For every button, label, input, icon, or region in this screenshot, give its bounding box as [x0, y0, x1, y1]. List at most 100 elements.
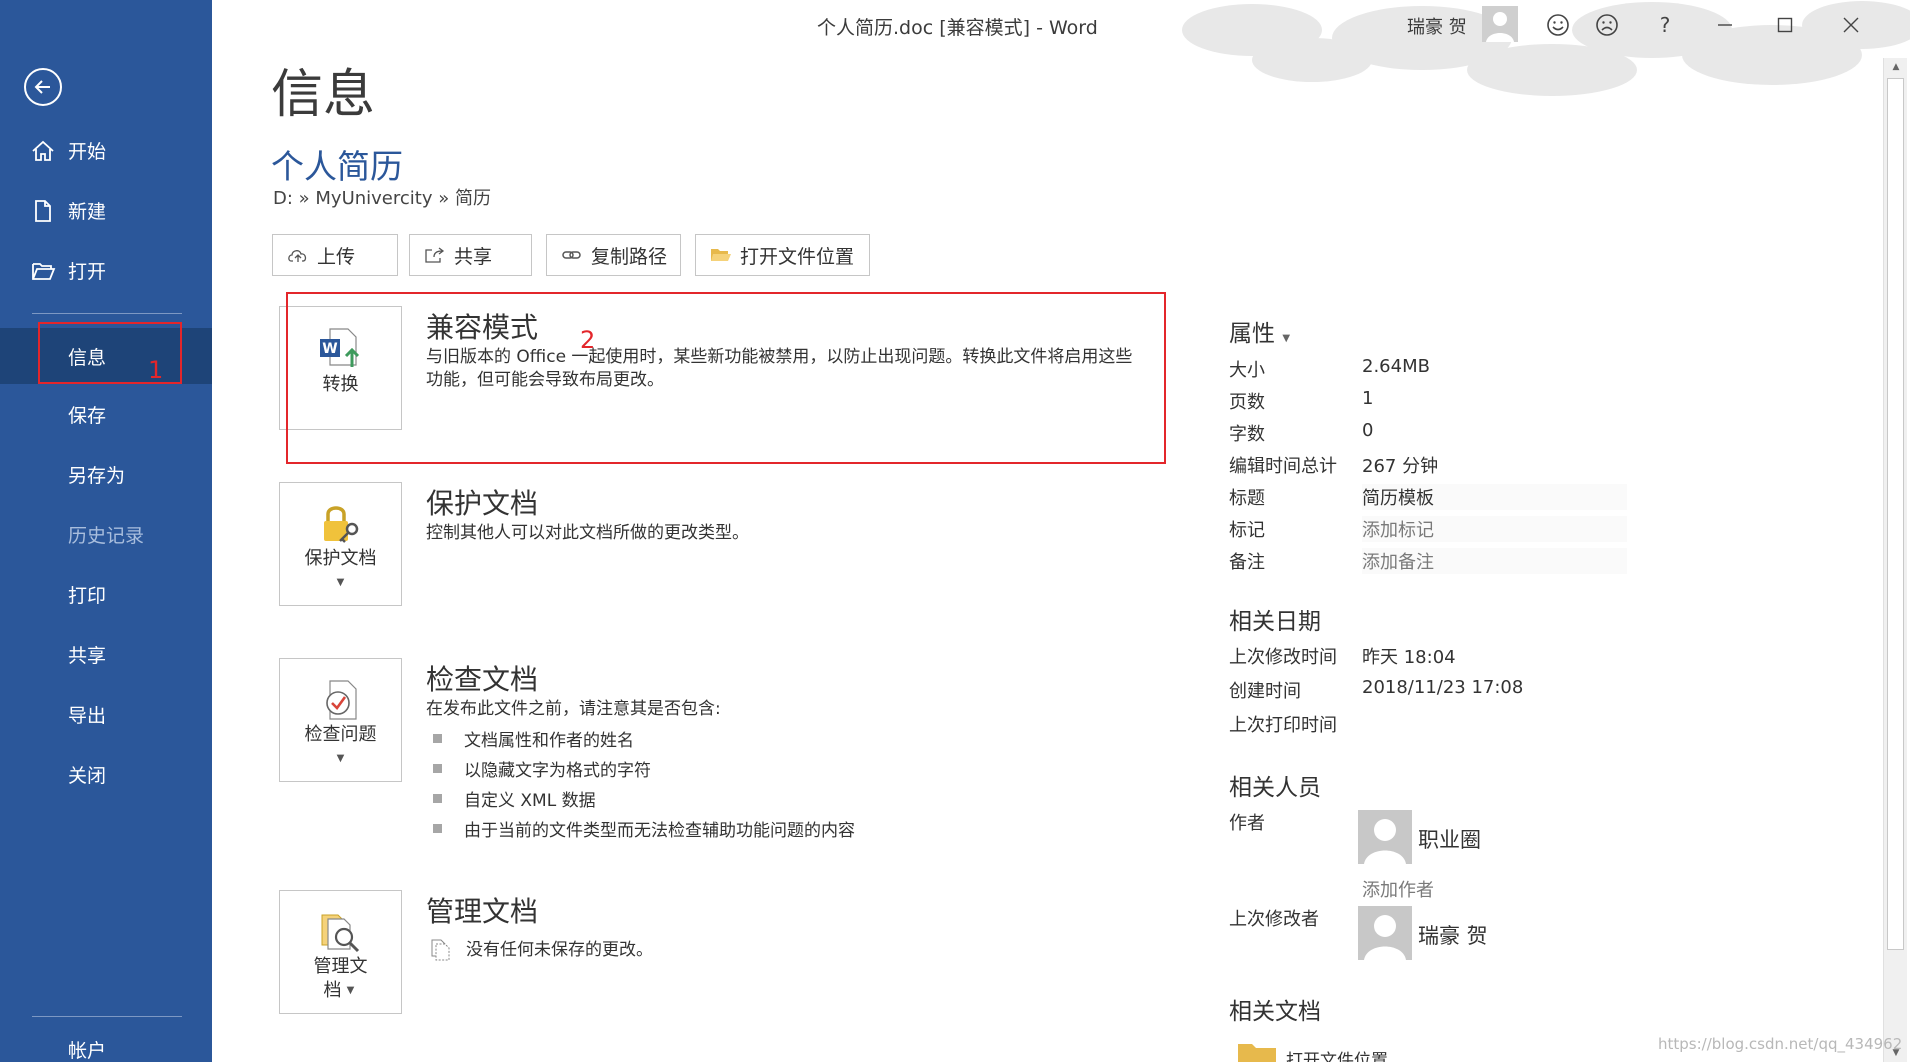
- list-item: 自定义 XML 数据: [433, 786, 596, 811]
- protect-document-tile[interactable]: 保护文档 ▼: [279, 482, 402, 606]
- nav-history[interactable]: 历史记录: [0, 508, 212, 560]
- protect-document-tile-label: 保护文档: [304, 548, 377, 569]
- maximize-button[interactable]: [1772, 12, 1798, 38]
- folder-icon: [1238, 1044, 1276, 1062]
- cloud-decoration: [1182, 1, 1910, 96]
- nav-export-label: 导出: [68, 704, 107, 727]
- nav-home[interactable]: 开始: [0, 124, 212, 176]
- list-item-text: 由于当前的文件类型而无法检查辅助功能问题的内容: [464, 821, 855, 841]
- new-document-icon: [35, 200, 51, 222]
- related-documents-heading: 相关文档: [1229, 999, 1321, 1025]
- property-value-size: 2.64MB: [1362, 356, 1430, 377]
- property-label-edit-time: 编辑时间总计: [1229, 456, 1337, 477]
- upload-button[interactable]: 上传: [272, 234, 398, 276]
- chevron-down-icon: ▼: [346, 985, 355, 996]
- smile-icon: [1547, 14, 1569, 36]
- nav-new[interactable]: 新建: [0, 184, 212, 236]
- nav-save-as-label: 另存为: [68, 464, 126, 487]
- folder-open-icon: [710, 245, 732, 265]
- sidebar-divider-bottom: [32, 1016, 182, 1017]
- property-value-pages: 1: [1362, 388, 1374, 409]
- manage-document-status: 没有任何未保存的更改。: [466, 939, 653, 960]
- properties-heading[interactable]: 属性 ▼: [1229, 314, 1290, 348]
- backstage-sidebar: 开始 新建 打开 信息 保存 另存为 历史记录 打印 共享 导出 关闭 帐户: [0, 0, 212, 1062]
- nav-save[interactable]: 保存: [0, 388, 212, 440]
- add-tags-field[interactable]: 添加标记: [1362, 516, 1627, 542]
- back-button[interactable]: [24, 68, 62, 106]
- nav-open[interactable]: 打开: [0, 244, 212, 296]
- link-icon: [561, 245, 583, 265]
- list-item: 以隐藏文字为格式的字符: [433, 756, 651, 781]
- date-label-created: 创建时间: [1229, 681, 1301, 702]
- author-avatar[interactable]: [1358, 810, 1412, 864]
- author-name[interactable]: 职业圈: [1418, 824, 1481, 854]
- nav-new-label: 新建: [68, 200, 107, 223]
- open-file-location-link[interactable]: 打开文件位置: [1286, 1046, 1388, 1062]
- document-title: 个人简历: [271, 147, 403, 186]
- protect-document-title: 保护文档: [426, 487, 539, 520]
- related-people-heading: 相关人员: [1229, 775, 1321, 801]
- nav-history-label: 历史记录: [68, 524, 145, 547]
- nav-close-label: 关闭: [68, 764, 107, 787]
- annotation-number-1: 1: [148, 356, 164, 384]
- check-for-issues-tile-label: 检查问题: [304, 724, 377, 745]
- signed-in-user-name[interactable]: 瑞豪 贺: [1407, 13, 1467, 39]
- nav-home-label: 开始: [68, 140, 107, 163]
- nav-save-as[interactable]: 另存为: [0, 448, 212, 500]
- help-button[interactable]: ?: [1652, 12, 1678, 38]
- nav-save-label: 保存: [68, 404, 107, 427]
- property-value-words: 0: [1362, 420, 1374, 441]
- upload-button-label: 上传: [317, 245, 356, 268]
- add-comments-field[interactable]: 添加备注: [1362, 548, 1627, 574]
- user-avatar[interactable]: [1482, 6, 1518, 42]
- last-modified-by-label: 上次修改者: [1229, 909, 1319, 930]
- document-copy-icon: [431, 939, 450, 961]
- document-path-breadcrumb[interactable]: D: » MyUnivercity » 简历: [273, 184, 491, 210]
- nav-print[interactable]: 打印: [0, 568, 212, 620]
- nav-share[interactable]: 共享: [0, 628, 212, 680]
- smile-feedback-button[interactable]: [1545, 12, 1571, 38]
- property-label-pages: 页数: [1229, 392, 1265, 413]
- manage-document-tile-label: 管理文: [313, 956, 368, 977]
- cloud-upload-icon: [287, 245, 309, 265]
- home-icon: [32, 140, 54, 161]
- manage-document-tile[interactable]: 管理文 档 ▼: [279, 890, 402, 1014]
- list-item: 由于当前的文件类型而无法检查辅助功能问题的内容: [433, 816, 855, 841]
- date-value-created: 2018/11/23 17:08: [1362, 677, 1524, 698]
- nav-account[interactable]: 帐户: [0, 1036, 212, 1062]
- minimize-button[interactable]: [1712, 12, 1738, 38]
- open-file-location-button[interactable]: 打开文件位置: [695, 234, 870, 276]
- watermark-text: https://blog.csdn.net/qq_434962: [1658, 1035, 1903, 1053]
- nav-share-label: 共享: [68, 644, 107, 667]
- scroll-up-arrow-icon[interactable]: ▲: [1884, 58, 1908, 76]
- inspect-document-icon: [326, 680, 357, 720]
- share-button[interactable]: 共享: [409, 234, 532, 276]
- maximize-icon: [1777, 17, 1793, 33]
- list-item: 文档属性和作者的姓名: [433, 726, 634, 751]
- annotation-number-2: 2: [580, 326, 596, 354]
- inspect-document-description: 在发布此文件之前，请注意其是否包含:: [426, 699, 721, 719]
- copy-path-button[interactable]: 复制路径: [546, 234, 681, 276]
- last-modified-by-name[interactable]: 瑞豪 贺: [1418, 920, 1488, 950]
- frown-feedback-button[interactable]: [1594, 12, 1620, 38]
- list-item-text: 以隐藏文字为格式的字符: [464, 761, 651, 781]
- add-author-link[interactable]: 添加作者: [1362, 876, 1434, 902]
- property-label-title: 标题: [1229, 488, 1265, 509]
- chevron-down-icon: ▼: [336, 577, 345, 588]
- lock-key-icon: [324, 506, 359, 543]
- nav-close[interactable]: 关闭: [0, 748, 212, 800]
- close-icon: [1843, 17, 1859, 33]
- scroll-thumb[interactable]: [1887, 78, 1904, 950]
- check-for-issues-tile[interactable]: 检查问题 ▼: [279, 658, 402, 782]
- open-file-location-label: 打开文件位置: [740, 245, 855, 268]
- vertical-scrollbar[interactable]: ▲ ▼: [1883, 58, 1907, 1062]
- close-window-button[interactable]: [1838, 12, 1864, 38]
- property-label-words: 字数: [1229, 424, 1265, 445]
- date-label-last-modified: 上次修改时间: [1229, 647, 1337, 668]
- sidebar-divider: [32, 313, 182, 314]
- nav-export[interactable]: 导出: [0, 688, 212, 740]
- property-title-field[interactable]: 简历模板: [1362, 484, 1627, 510]
- copy-path-button-label: 复制路径: [591, 245, 668, 268]
- last-modified-by-avatar[interactable]: [1358, 906, 1412, 960]
- property-value-edit-time: 267 分钟: [1362, 456, 1439, 477]
